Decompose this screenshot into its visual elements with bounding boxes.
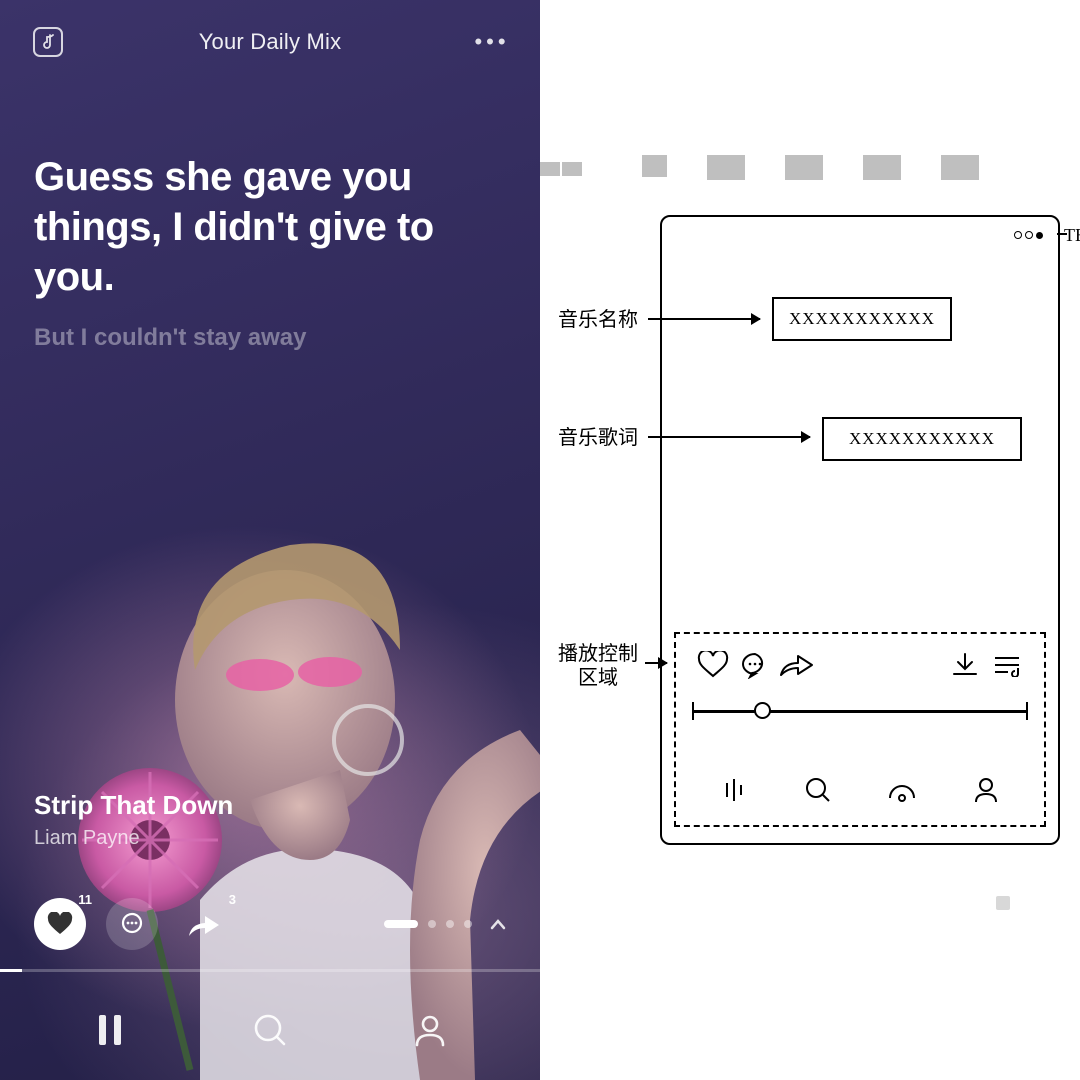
wireframe-diagram-panel: TE XXXXXXXXXXX XXXXXXXXXXX	[540, 0, 1080, 1080]
play-control-row-1	[692, 648, 1028, 682]
page-dot	[464, 920, 472, 928]
profile-icon	[413, 1013, 447, 1047]
player-header: Your Daily Mix •••	[0, 0, 540, 72]
music-player-screen: Your Daily Mix ••• Guess she gave you th…	[0, 0, 540, 1080]
search-icon	[253, 1013, 287, 1047]
play-control-row-2	[692, 773, 1028, 807]
progress-fill	[0, 969, 22, 972]
annotation-music-name: 音乐名称	[558, 308, 638, 332]
annotation-arrow	[648, 436, 810, 438]
comment-outline-icon	[734, 648, 776, 682]
annotation-arrow	[648, 318, 760, 320]
share-outline-icon	[776, 648, 818, 682]
download-icon	[944, 648, 986, 682]
track-title: Strip That Down	[34, 790, 233, 821]
track-artist: Liam Payne	[34, 827, 233, 850]
annotation-menu-label: TE	[1064, 225, 1080, 246]
page-dot	[428, 920, 436, 928]
equalizer-icon	[713, 773, 755, 807]
playlist-icon	[986, 648, 1028, 682]
comment-button[interactable]	[106, 898, 158, 950]
chevron-up-icon	[490, 918, 506, 930]
annotation-play-control: 播放控制 区域	[558, 642, 638, 690]
lyrics-block: Guess she gave you things, I didn't give…	[0, 72, 540, 352]
action-row: 11 3	[0, 898, 540, 950]
share-count: 3	[229, 892, 236, 907]
annotation-music-lyrics: 音乐歌词	[558, 426, 638, 450]
wireframe-lyrics-box: XXXXXXXXXXX	[822, 417, 1022, 461]
wireframe-menu-dots	[1014, 227, 1046, 244]
placeholder-text: XXXXXXXXXXX	[789, 309, 935, 329]
search-outline-icon	[797, 773, 839, 807]
music-note-icon	[33, 27, 63, 57]
page-title: Your Daily Mix	[199, 29, 342, 55]
more-horizontal-icon: •••	[474, 29, 509, 55]
wireframe-name-box: XXXXXXXXXXX	[772, 297, 952, 341]
heart-icon	[47, 912, 73, 936]
bottom-nav	[0, 980, 540, 1080]
share-arrow-icon	[187, 910, 221, 938]
current-lyric: Guess she gave you things, I didn't give…	[34, 152, 506, 302]
radio-icon	[881, 773, 923, 807]
decorative-pixel-bar	[540, 155, 1080, 195]
wireframe-device-frame: TE XXXXXXXXXXX XXXXXXXXXXX	[660, 215, 1060, 845]
page-indicator[interactable]	[384, 918, 506, 930]
search-nav-button[interactable]	[240, 1000, 300, 1060]
track-meta: Strip That Down Liam Payne	[34, 790, 233, 850]
comment-icon	[120, 912, 144, 936]
pause-button[interactable]	[80, 1000, 140, 1060]
next-lyric: But I couldn't stay away	[34, 324, 506, 352]
placeholder-text: XXXXXXXXXXX	[849, 429, 995, 449]
progress-bar[interactable]	[0, 969, 540, 972]
share-button[interactable]: 3	[178, 898, 230, 950]
wireframe-play-control-area	[674, 632, 1046, 827]
like-count: 11	[78, 892, 92, 907]
pause-icon	[95, 1013, 125, 1047]
page-dot	[446, 920, 454, 928]
progress-slider	[692, 710, 1028, 713]
profile-outline-icon	[965, 773, 1007, 807]
decorative-dot	[996, 896, 1010, 910]
like-button[interactable]: 11	[34, 898, 86, 950]
now-playing-icon-button[interactable]	[28, 22, 68, 62]
profile-nav-button[interactable]	[400, 1000, 460, 1060]
heart-outline-icon	[692, 648, 734, 682]
annotation-arrow	[645, 662, 667, 664]
page-dot-active	[384, 920, 418, 928]
more-options-button[interactable]: •••	[472, 22, 512, 62]
